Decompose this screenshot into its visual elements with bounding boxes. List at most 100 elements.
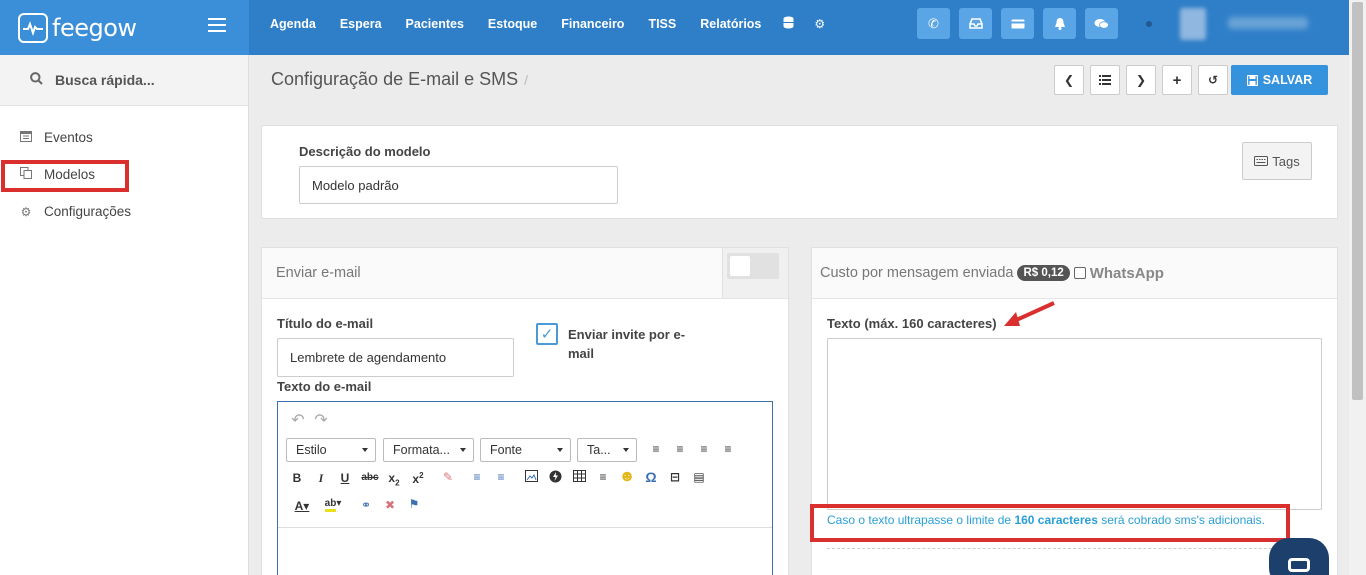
- whatsapp-checkbox[interactable]: [1073, 267, 1086, 279]
- save-button-label: SALVAR: [1262, 73, 1313, 87]
- chat-bubble-icon: [1288, 558, 1310, 572]
- annotation-box-help: [810, 504, 1290, 542]
- eraser-icon[interactable]: ✎: [439, 470, 457, 484]
- nav-item-pacientes[interactable]: Pacientes: [394, 17, 476, 31]
- gear-icon[interactable]: ⚙: [804, 17, 835, 31]
- omega-icon[interactable]: Ω: [642, 469, 660, 485]
- numbered-list-icon[interactable]: ≡: [468, 470, 486, 484]
- email-enable-toggle[interactable]: [727, 253, 779, 279]
- style-dropdown-value: Estilo: [296, 443, 327, 457]
- main-nav: Agenda Espera Pacientes Estoque Financei…: [258, 0, 835, 47]
- invite-checkbox[interactable]: ✓: [536, 323, 558, 345]
- undo-icon[interactable]: ↶: [289, 410, 307, 430]
- format-dropdown[interactable]: Formata...: [383, 438, 474, 462]
- tags-button[interactable]: Tags: [1242, 142, 1312, 180]
- flash-icon[interactable]: [546, 470, 564, 486]
- scrollbar-thumb[interactable]: [1352, 2, 1363, 400]
- history-icon[interactable]: ↺: [1198, 65, 1228, 95]
- model-panel: Descrição do modelo Modelo padrão Tags: [261, 125, 1338, 219]
- sidebar-item-label: Configurações: [44, 204, 132, 219]
- bell-icon[interactable]: [1043, 8, 1076, 39]
- align-justify-icon[interactable]: ≡: [719, 442, 737, 456]
- page-break-icon[interactable]: ⊟: [666, 470, 684, 484]
- description-input[interactable]: Modelo padrão: [299, 166, 618, 204]
- nav-item-espera[interactable]: Espera: [328, 17, 394, 31]
- anchor-flag-icon[interactable]: ⚑: [405, 497, 423, 511]
- editor-toolbar: ↶ ↷ Estilo Formata... Fonte Ta... ≡ ≡ ≡ …: [278, 402, 772, 528]
- highlight-color-icon[interactable]: ab▾: [320, 498, 346, 512]
- card-icon[interactable]: [1001, 8, 1034, 39]
- nav-item-tiss[interactable]: TISS: [636, 17, 688, 31]
- align-right-icon[interactable]: ≡: [695, 442, 713, 456]
- search-icon: [30, 72, 43, 88]
- top-navbar: feegow Agenda Espera Pacientes Estoque F…: [0, 0, 1366, 55]
- email-text-label: Texto do e-mail: [277, 379, 372, 394]
- tags-button-label: Tags: [1272, 153, 1300, 169]
- chevron-left-icon[interactable]: ❮: [1054, 65, 1084, 95]
- subscript-icon[interactable]: x2: [385, 471, 403, 487]
- bold-icon[interactable]: B: [288, 471, 306, 485]
- page-title: Configuração de E-mail e SMS /: [271, 69, 528, 90]
- strikethrough-icon[interactable]: abc: [361, 472, 379, 483]
- user-name-blurred[interactable]: [1228, 17, 1308, 29]
- database-icon[interactable]: [773, 16, 804, 32]
- description-label: Descrição do modelo: [299, 144, 431, 159]
- phone-icon[interactable]: ✆: [917, 8, 950, 39]
- nav-item-relatorios[interactable]: Relatórios: [688, 17, 773, 31]
- redo-icon[interactable]: ↷: [312, 410, 330, 430]
- save-button[interactable]: SALVAR: [1231, 65, 1328, 95]
- size-dropdown-value: Ta...: [587, 443, 611, 457]
- unlink-icon[interactable]: ✖: [381, 498, 399, 512]
- font-dropdown[interactable]: Fonte: [480, 438, 571, 462]
- email-title-label: Título do e-mail: [277, 316, 374, 331]
- record-toolbar: ❮ ❯ + ↺: [1054, 65, 1228, 95]
- sidebar-item-eventos[interactable]: Eventos: [18, 130, 93, 145]
- font-dropdown-value: Fonte: [490, 443, 522, 457]
- annotation-box-modelos: [1, 160, 129, 192]
- smiley-icon[interactable]: ☻: [618, 468, 636, 486]
- email-rich-editor[interactable]: ↶ ↷ Estilo Formata... Fonte Ta... ≡ ≡ ≡ …: [277, 401, 773, 575]
- divider: [827, 548, 1322, 549]
- inbox-icon[interactable]: [959, 8, 992, 39]
- nav-item-agenda[interactable]: Agenda: [258, 17, 328, 31]
- chevron-right-icon[interactable]: ❯: [1126, 65, 1156, 95]
- underline-icon[interactable]: U: [336, 471, 354, 485]
- size-dropdown[interactable]: Ta...: [577, 438, 637, 462]
- annotation-arrow: [1004, 301, 1055, 326]
- image-icon[interactable]: [522, 470, 540, 485]
- avatar[interactable]: [1180, 8, 1206, 40]
- align-left-icon[interactable]: ≡: [647, 442, 665, 456]
- horizontal-rule-icon[interactable]: ≡: [594, 470, 612, 484]
- text-color-icon[interactable]: A▾: [289, 499, 315, 513]
- align-center-icon[interactable]: ≡: [671, 442, 689, 456]
- email-toggle-area: [722, 248, 788, 298]
- nav-item-financeiro[interactable]: Financeiro: [549, 17, 636, 31]
- plus-icon[interactable]: +: [1162, 65, 1192, 95]
- brand-name: feegow: [52, 13, 137, 42]
- sms-panel-header: Custo por mensagem enviada R$ 0,12 Whats…: [812, 248, 1337, 299]
- italic-icon[interactable]: I: [312, 471, 330, 486]
- chat-widget-button[interactable]: [1269, 538, 1329, 575]
- nav-item-estoque[interactable]: Estoque: [476, 17, 549, 31]
- list-icon[interactable]: [1090, 65, 1120, 95]
- chat-icon[interactable]: [1085, 8, 1118, 39]
- page-scrollbar[interactable]: [1349, 0, 1366, 575]
- feegow-logo-icon: [18, 12, 48, 43]
- style-dropdown[interactable]: Estilo: [286, 438, 376, 462]
- menu-toggle-icon[interactable]: [208, 18, 226, 32]
- link-icon[interactable]: ⚭: [357, 498, 375, 512]
- email-title-input[interactable]: Lembrete de agendamento: [277, 338, 514, 377]
- table-icon[interactable]: [570, 470, 588, 485]
- quick-search[interactable]: Busca rápida...: [0, 55, 248, 106]
- document-icon[interactable]: ▤: [690, 470, 708, 484]
- format-dropdown-value: Formata...: [393, 443, 450, 457]
- email-panel-header: Enviar e-mail: [262, 248, 788, 299]
- sms-text-label: Texto (máx. 160 caracteres): [827, 316, 997, 331]
- bullet-list-icon[interactable]: ≡: [492, 470, 510, 484]
- sms-text-area[interactable]: [827, 338, 1322, 510]
- sidebar-item-label: Eventos: [44, 130, 93, 145]
- sidebar-item-configuracoes[interactable]: ⚙ Configurações: [18, 204, 131, 219]
- quick-search-label: Busca rápida...: [55, 72, 155, 88]
- superscript-icon[interactable]: x2: [409, 471, 427, 486]
- gears-icon: ⚙: [20, 204, 32, 219]
